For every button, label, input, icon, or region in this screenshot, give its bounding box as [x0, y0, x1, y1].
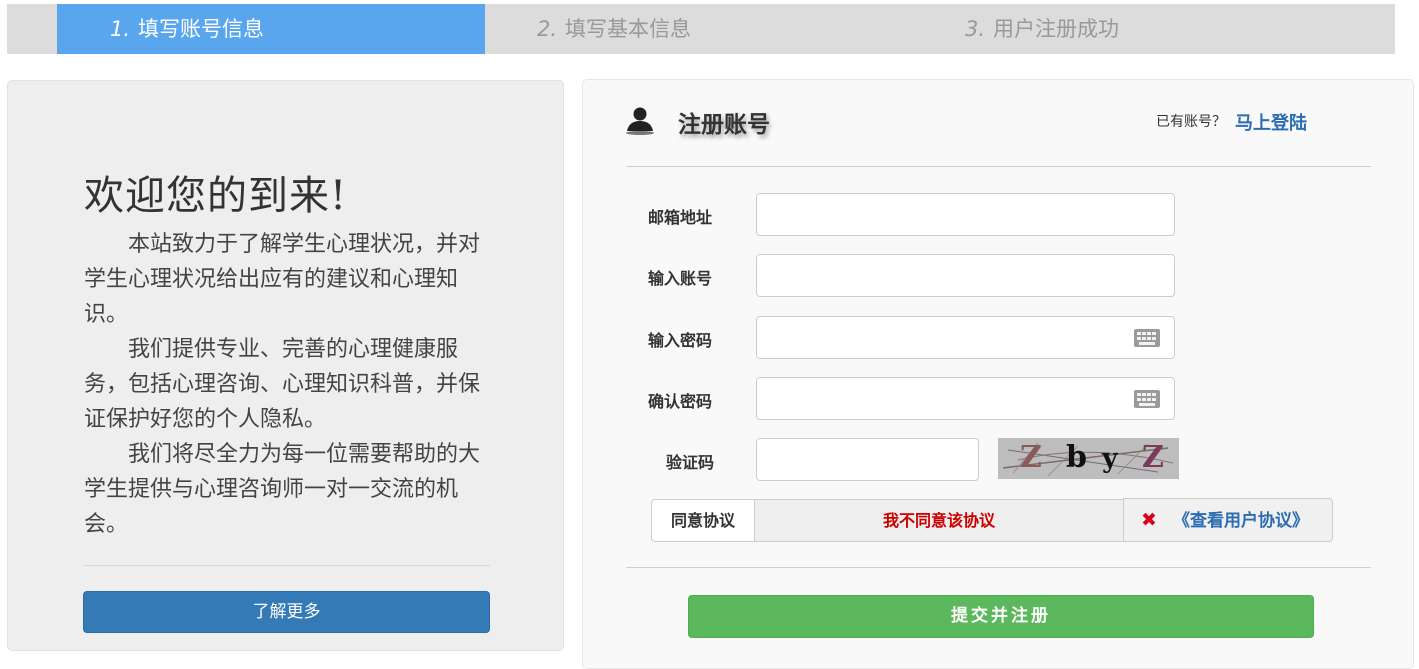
- welcome-paragraph: 我们将尽全力为每一位需要帮助的大学生提供与心理咨询师一对一交流的机会。: [84, 442, 481, 537]
- captcha-label: 验证码: [666, 453, 715, 472]
- captcha-field[interactable]: [757, 439, 978, 480]
- captcha-char: y: [1102, 443, 1118, 474]
- register-title: 注册账号: [678, 111, 770, 138]
- step-label: 填写基本信息: [565, 17, 692, 41]
- email-field[interactable]: [757, 194, 1174, 235]
- divider: [626, 567, 1371, 568]
- account-field[interactable]: [757, 255, 1174, 296]
- captcha-char: Z: [1142, 440, 1164, 475]
- step-number: 1.: [110, 17, 131, 41]
- view-agreement-label: 《查看用户协议》: [1173, 511, 1309, 531]
- password-label: 输入密码: [648, 331, 713, 350]
- confirm-password-field[interactable]: [757, 378, 1174, 419]
- agreement-status: 我不同意该协议: [754, 499, 1124, 542]
- account-field-box: [756, 254, 1175, 297]
- divider: [84, 565, 490, 566]
- login-link[interactable]: 马上登陆: [1235, 109, 1307, 135]
- email-label: 邮箱地址: [648, 208, 713, 227]
- keyboard-icon[interactable]: [1134, 329, 1160, 347]
- step-2: 2. 填写基本信息: [485, 4, 913, 54]
- submit-register-button[interactable]: 提交并注册: [688, 595, 1314, 638]
- confirm-password-label: 确认密码: [648, 392, 713, 411]
- welcome-paragraph: 本站致力于了解学生心理状况，并对学生心理状况给出应有的建议和心理知识。: [84, 232, 481, 327]
- keyboard-icon[interactable]: [1134, 390, 1160, 408]
- welcome-title: 欢迎您的到来!: [84, 173, 348, 219]
- step-label: 用户注册成功: [993, 17, 1120, 41]
- has-account-text: 已有账号？: [1156, 114, 1226, 130]
- welcome-panel: 欢迎您的到来! 本站致力于了解学生心理状况，并对学生心理状况给出应有的建议和心理…: [7, 80, 564, 651]
- registration-steps: 1. 填写账号信息 2. 填写基本信息 3. 用户注册成功: [7, 4, 1395, 54]
- divider: [626, 166, 1371, 167]
- account-label: 输入账号: [648, 269, 713, 288]
- captcha-char: Z: [1020, 440, 1042, 475]
- step-label: 填写账号信息: [138, 17, 265, 41]
- step-1: 1. 填写账号信息: [57, 4, 485, 54]
- captcha-field-box: [756, 438, 979, 481]
- view-agreement-link[interactable]: ✖ 《查看用户协议》: [1123, 498, 1333, 542]
- learn-more-button[interactable]: 了解更多: [83, 591, 490, 633]
- welcome-body: 本站致力于了解学生心理状况，并对学生心理状况给出应有的建议和心理知识。 我们提供…: [84, 227, 492, 542]
- confirm-password-field-box: [756, 377, 1175, 420]
- captcha-image[interactable]: Z b y Z: [998, 438, 1179, 479]
- welcome-paragraph: 我们提供专业、完善的心理健康服务，包括心理咨询、心理知识科普，并保证保护好您的个…: [84, 337, 481, 432]
- step-3: 3. 用户注册成功: [913, 4, 1341, 54]
- user-icon: [626, 107, 654, 135]
- email-field-box: [756, 193, 1175, 236]
- step-number: 3.: [965, 17, 986, 41]
- step-number: 2.: [537, 17, 558, 41]
- agree-button[interactable]: 同意协议: [651, 499, 755, 542]
- close-icon: ✖: [1141, 509, 1157, 531]
- password-field[interactable]: [757, 317, 1174, 358]
- password-field-box: [756, 316, 1175, 359]
- register-panel: 注册账号 已有账号？ 马上登陆 邮箱地址 输入账号 输入密码 确认密码 验证码: [582, 79, 1414, 669]
- captcha-char: b: [1066, 440, 1087, 475]
